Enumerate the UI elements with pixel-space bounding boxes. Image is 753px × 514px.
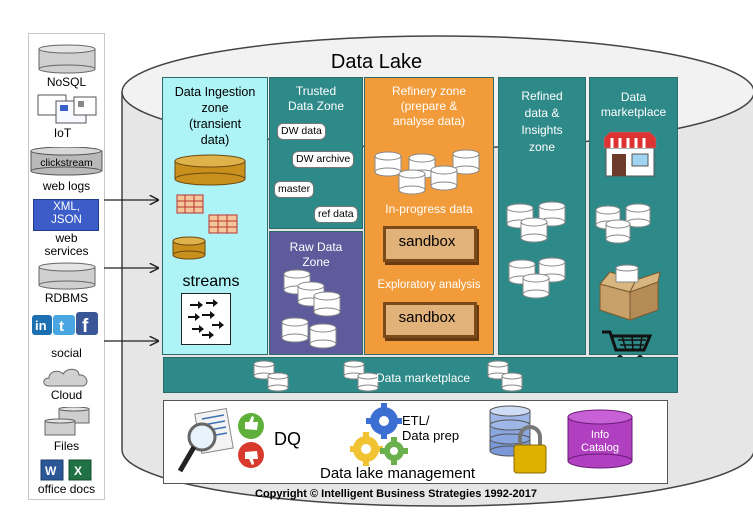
data-marketplace-zone: Data marketplace bbox=[589, 77, 678, 361]
refinery-drums bbox=[374, 149, 480, 195]
refined-data-zone: Refined data & Insights zone bbox=[498, 77, 586, 355]
sandbox-1-label: sandbox bbox=[398, 233, 456, 250]
marketplace-bar-label: Data marketplace bbox=[376, 371, 471, 385]
ref-data-tag: ref data bbox=[314, 206, 358, 223]
dq-label: DQ bbox=[274, 429, 301, 449]
copyright: Copyright © Intelligent Business Strateg… bbox=[255, 488, 537, 500]
ingestion-storage-icons bbox=[172, 154, 246, 260]
sandbox-2-label: sandbox bbox=[398, 309, 456, 326]
info-catalog-label: Info Catalog bbox=[581, 429, 619, 454]
dw-data-tag: DW data bbox=[277, 123, 326, 140]
trusted-zone-title: Trusted Data Zone bbox=[287, 84, 345, 113]
magnifier-report-icon bbox=[177, 407, 234, 473]
streams-label: streams bbox=[182, 273, 240, 290]
data-lake-management-panel: DQ ETL/ Data prep Info Catalog Data lake bbox=[163, 400, 668, 484]
exploratory-label: Exploratory analysis bbox=[377, 279, 481, 291]
marketplace-zone-title: Data marketplace bbox=[600, 90, 667, 119]
data-marketplace-bar: Data marketplace bbox=[163, 357, 678, 393]
marketplace-drums bbox=[595, 203, 651, 244]
thumbs-up-down-icon bbox=[238, 413, 264, 468]
database-lock-icon bbox=[489, 405, 547, 474]
data-lake-management-title: Data lake management bbox=[320, 465, 476, 482]
trusted-data-zone: Trusted Data Zone DW data DW archive mas… bbox=[269, 77, 363, 229]
master-tag: master bbox=[274, 181, 315, 198]
raw-zone-drums bbox=[281, 269, 341, 349]
refined-zone-drums bbox=[506, 201, 566, 299]
in-progress-label: In-progress data bbox=[385, 202, 473, 216]
raw-data-zone: Raw Data Zone bbox=[269, 231, 363, 355]
open-box-icon bbox=[599, 264, 661, 321]
ingestion-zone-title: Data Ingestion zone (transient data) bbox=[174, 85, 256, 147]
ingestion-zone: Data Ingestion zone (transient data) str… bbox=[162, 77, 268, 355]
refinery-zone-title: Refinery zone (prepare & analyse data) bbox=[391, 84, 467, 128]
storefront-icon bbox=[603, 131, 657, 177]
etl-data-prep-label: ETL/ Data prep bbox=[402, 413, 460, 443]
refinery-zone: Refinery zone (prepare & analyse data) I… bbox=[364, 77, 494, 355]
dw-archive-tag: DW archive bbox=[292, 151, 355, 168]
streams-icon bbox=[181, 293, 231, 345]
refined-zone-title: Refined data & Insights zone bbox=[521, 89, 563, 154]
